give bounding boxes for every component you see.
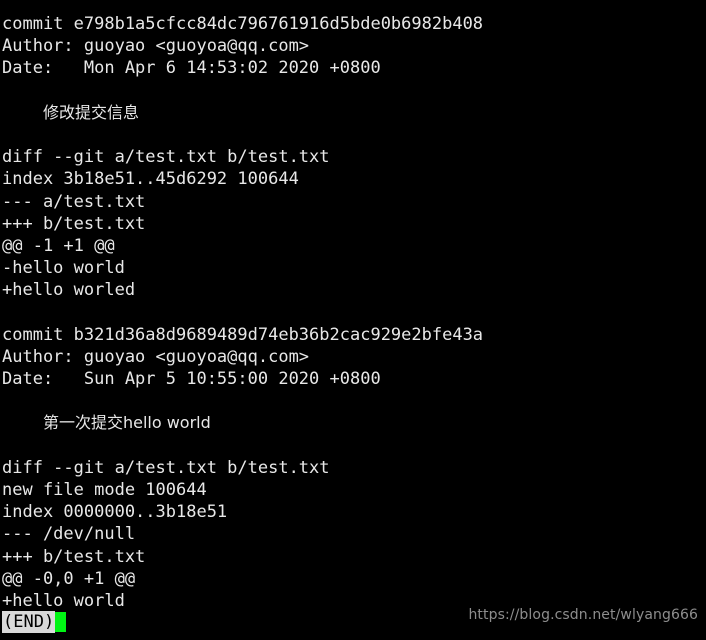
terminal-window[interactable]: commit e798b1a5cfcc84dc796761916d5bde0b6…: [0, 0, 706, 640]
terminal-cursor-block: [55, 612, 67, 632]
terminal-line: 第一次提交hello world: [42, 413, 211, 433]
terminal-line: Author: guoyao <guoyoa@qq.com>: [2, 36, 310, 57]
terminal-line: diff --git a/test.txt b/test.txt: [2, 457, 330, 478]
terminal-line: Author: guoyao <guoyoa@qq.com>: [2, 346, 310, 367]
terminal-output-pager: commit e798b1a5cfcc84dc796761916d5bde0b6…: [2, 13, 706, 612]
terminal-line: commit b321d36a8d9689489d74eb36b2cac929e…: [2, 324, 484, 345]
terminal-line: diff --git a/test.txt b/test.txt: [2, 147, 330, 168]
terminal-line: Date: Sun Apr 5 10:55:00 2020 +0800: [2, 369, 381, 389]
terminal-line: +hello worled: [2, 280, 136, 301]
terminal-line: +++ b/test.txt: [2, 546, 146, 567]
watermark-url: https://blog.csdn.net/wlyang666: [468, 607, 698, 623]
pager-end-marker: (END): [2, 611, 56, 633]
terminal-line: index 3b18e51..45d6292 100644: [2, 169, 299, 190]
terminal-line: -hello world: [2, 258, 125, 279]
terminal-line: --- /dev/null: [2, 524, 136, 545]
terminal-line: Date: Mon Apr 6 14:53:02 2020 +0800: [2, 58, 381, 79]
terminal-line: @@ -1 +1 @@: [2, 235, 115, 256]
terminal-line: new file mode 100644: [2, 479, 207, 500]
pager-status-line[interactable]: (END): [2, 611, 67, 633]
terminal-line: @@ -0,0 +1 @@: [2, 568, 136, 589]
terminal-line: commit e798b1a5cfcc84dc796761916d5bde0b6…: [2, 14, 484, 34]
terminal-line: 修改提交信息: [42, 102, 139, 122]
terminal-line: +++ b/test.txt: [2, 213, 146, 234]
terminal-line: --- a/test.txt: [2, 191, 146, 212]
terminal-line: index 0000000..3b18e51: [2, 502, 228, 523]
